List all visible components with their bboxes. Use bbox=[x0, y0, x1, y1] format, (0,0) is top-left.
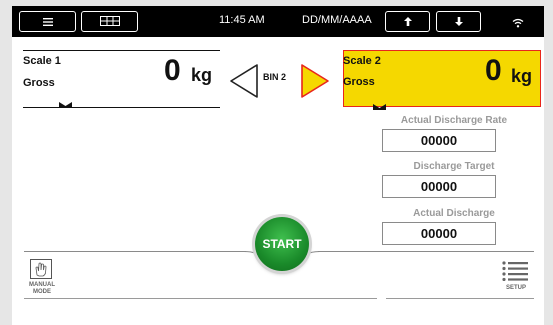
bin-next-button[interactable] bbox=[300, 63, 330, 104]
zero-center-icon bbox=[59, 95, 72, 113]
scroll-up-button[interactable] bbox=[385, 11, 430, 32]
scale-2-unit: kg bbox=[511, 66, 533, 86]
bin-prev-button[interactable] bbox=[229, 63, 259, 104]
menu-button[interactable] bbox=[19, 11, 76, 32]
scale-1-bottom-line bbox=[23, 107, 220, 108]
scale-1-top-line bbox=[23, 50, 220, 51]
manual-mode-label-2: MODE bbox=[33, 289, 51, 295]
scale-1-panel[interactable]: Scale 1 Gross 0 kg bbox=[23, 50, 220, 112]
scale-2-mode: Gross bbox=[343, 76, 375, 88]
bottom-divider-right bbox=[318, 251, 534, 252]
manual-mode-button[interactable]: MANUAL MODE bbox=[26, 259, 58, 299]
top-bar: 11:45 AM DD/MM/AAAA bbox=[12, 6, 544, 37]
discharge-target-field[interactable]: 00000 bbox=[382, 175, 496, 198]
triangle-right-icon bbox=[300, 63, 330, 104]
zero-center-icon-2 bbox=[373, 97, 386, 115]
arrow-down-icon bbox=[454, 13, 463, 31]
actual-discharge-label: Actual Discharge bbox=[413, 208, 495, 219]
discharge-rate-label: Actual Discharge Rate bbox=[400, 115, 508, 126]
clock-time: 11:45 AM bbox=[219, 14, 265, 26]
grid-button[interactable] bbox=[81, 11, 138, 32]
discharge-rate-field[interactable]: 00000 bbox=[382, 129, 496, 152]
discharge-target-label: Discharge Target bbox=[413, 161, 495, 172]
bottom-divider-left bbox=[24, 251, 246, 252]
hmi-screen: 11:45 AM DD/MM/AAAA Scale 1 Gross 0 kg B… bbox=[12, 6, 544, 325]
scale-1-value: 0 bbox=[164, 54, 181, 87]
start-button[interactable]: START bbox=[255, 217, 309, 271]
setup-label: SETUP bbox=[505, 285, 526, 291]
date-display: DD/MM/AAAA bbox=[302, 14, 372, 26]
scroll-down-button[interactable] bbox=[436, 11, 481, 32]
scale-1-mode: Gross bbox=[23, 77, 55, 89]
scale-2-value: 0 bbox=[485, 54, 502, 87]
setup-button[interactable]: SETUP bbox=[498, 259, 534, 295]
arrow-up-icon bbox=[403, 13, 412, 31]
device-frame: 11:45 AM DD/MM/AAAA Scale 1 Gross 0 kg B… bbox=[0, 0, 553, 325]
triangle-left-icon bbox=[229, 63, 259, 104]
scale-2-panel[interactable]: Scale 2 Gross 0 kg bbox=[343, 50, 541, 110]
scale-1-unit: kg bbox=[191, 65, 213, 85]
scale-1-title: Scale 1 bbox=[23, 55, 61, 67]
list-menu-icon bbox=[502, 261, 528, 286]
wifi-icon bbox=[512, 15, 524, 33]
grid-icon bbox=[99, 13, 120, 31]
lower-rule-left bbox=[24, 298, 377, 299]
scale-2-title: Scale 2 bbox=[343, 55, 381, 67]
hamburger-icon bbox=[42, 13, 53, 31]
actual-discharge-field[interactable]: 00000 bbox=[382, 222, 496, 245]
lower-rule-right bbox=[386, 298, 534, 299]
hand-icon bbox=[30, 259, 52, 284]
bin-label: BIN 2 bbox=[263, 72, 287, 82]
manual-mode-label-1: MANUAL bbox=[29, 282, 55, 288]
start-button-label: START bbox=[262, 237, 302, 251]
